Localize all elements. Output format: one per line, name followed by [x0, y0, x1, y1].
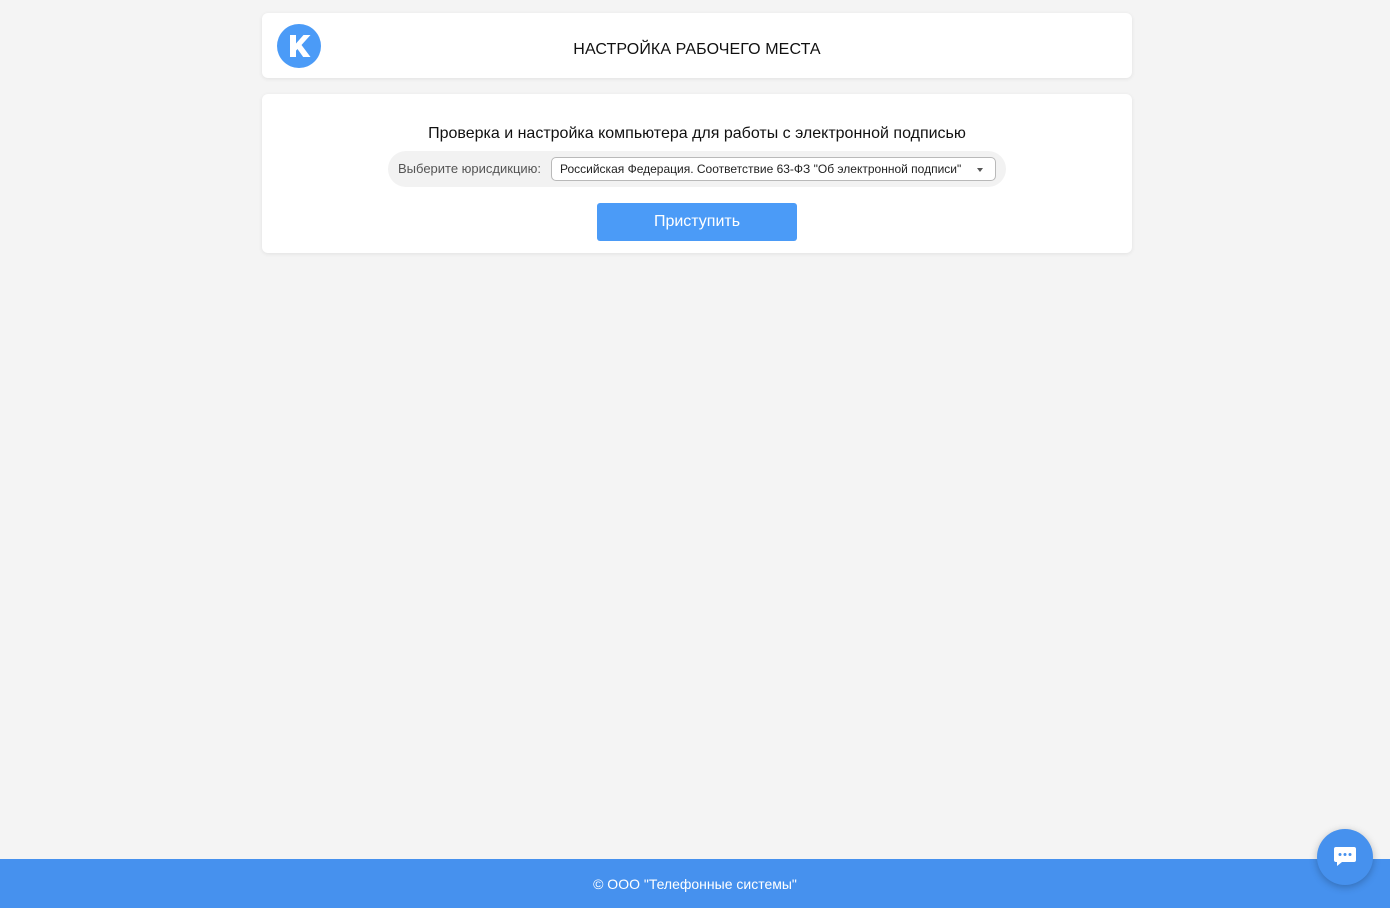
jurisdiction-row: Выберите юрисдикцию: Российская Федераци…	[388, 151, 1006, 187]
chat-bubble-icon	[1334, 847, 1356, 866]
header-card: НАСТРОЙКА РАБОЧЕГО МЕСТА	[262, 13, 1132, 78]
start-button[interactable]: Приступить	[597, 203, 797, 241]
footer-copyright: © ООО "Телефонные системы"	[593, 876, 797, 892]
page-title: НАСТРОЙКА РАБОЧЕГО МЕСТА	[573, 41, 821, 58]
page: НАСТРОЙКА РАБОЧЕГО МЕСТА Проверка и наст…	[0, 0, 1390, 908]
jurisdiction-select[interactable]: Российская Федерация. Соответствие 63-ФЗ…	[551, 157, 996, 181]
chevron-down-icon	[977, 168, 983, 172]
footer: © ООО "Телефонные системы"	[0, 859, 1390, 908]
jurisdiction-label: Выберите юрисдикцию:	[398, 161, 542, 176]
setup-heading: Проверка и настройка компьютера для рабо…	[428, 125, 966, 142]
jurisdiction-select-value: Российская Федерация. Соответствие 63-ФЗ…	[560, 162, 962, 176]
setup-card: Проверка и настройка компьютера для рабо…	[262, 94, 1132, 253]
chat-button[interactable]	[1317, 829, 1373, 885]
